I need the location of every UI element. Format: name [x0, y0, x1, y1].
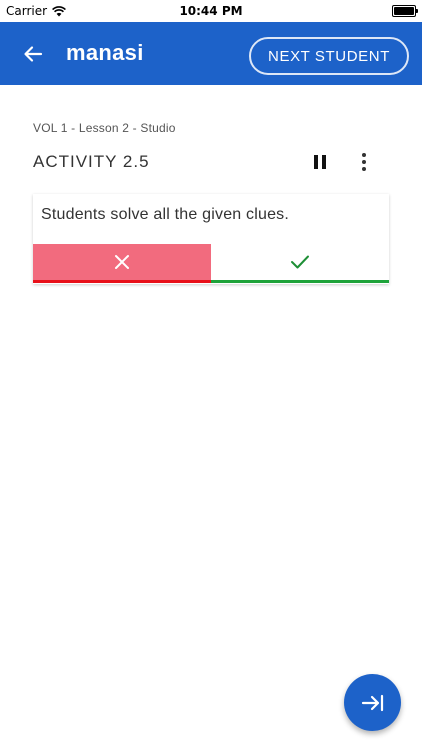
skip-to-end-icon	[361, 694, 383, 711]
app-bar: manasi NEXT STUDENT	[0, 22, 422, 85]
battery-icon	[392, 5, 418, 17]
next-student-button[interactable]: NEXT STUDENT	[249, 37, 409, 75]
pause-button[interactable]	[308, 150, 332, 174]
close-icon	[115, 255, 129, 269]
activity-card: Students solve all the given clues.	[33, 194, 389, 284]
status-right	[392, 5, 418, 17]
mark-incorrect-button[interactable]	[33, 244, 211, 283]
back-button[interactable]	[18, 39, 48, 69]
more-vertical-icon-dot	[362, 153, 366, 157]
mark-correct-button[interactable]	[211, 244, 389, 283]
pause-icon-bar-left	[314, 155, 318, 169]
lesson-breadcrumb: VOL 1 - Lesson 2 - Studio	[33, 121, 176, 135]
check-icon	[291, 255, 309, 269]
activity-description: Students solve all the given clues.	[41, 206, 290, 223]
status-time: 10:44 PM	[179, 4, 243, 18]
activity-title: ACTIVITY 2.5	[33, 152, 150, 171]
skip-fab-button[interactable]	[344, 674, 401, 731]
more-options-button[interactable]	[354, 150, 374, 174]
status-bar: Carrier 10:44 PM	[0, 0, 422, 22]
pause-icon-bar-right	[322, 155, 326, 169]
more-vertical-icon-dot	[362, 160, 366, 164]
more-vertical-icon-dot	[362, 167, 366, 171]
arrow-left-icon	[24, 46, 43, 62]
student-name-title: manasi	[66, 40, 144, 65]
